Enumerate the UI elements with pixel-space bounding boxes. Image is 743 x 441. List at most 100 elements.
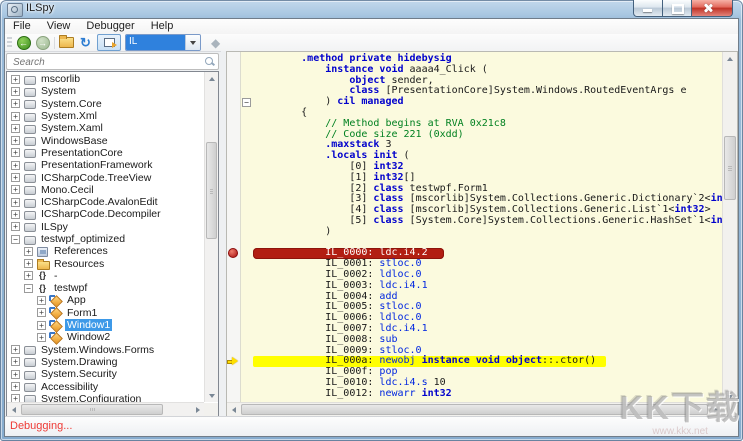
minimize-button[interactable] (633, 0, 663, 17)
scroll-up-icon[interactable] (723, 52, 737, 65)
tree-item-window1[interactable]: +Window1 (7, 319, 204, 331)
scroll-down-icon[interactable] (723, 390, 737, 403)
scroll-down-icon[interactable] (205, 389, 218, 402)
tree-item--[interactable]: +{}- (7, 270, 204, 282)
code-area[interactable]: .method private hidebysig instance void … (253, 52, 722, 403)
tree-vscroll-thumb[interactable] (206, 142, 217, 239)
expand-icon[interactable]: + (11, 370, 20, 379)
expand-icon[interactable]: + (37, 296, 46, 305)
expand-icon[interactable]: + (11, 210, 20, 219)
tree-item-accessibility[interactable]: +Accessibility (7, 380, 204, 392)
code-hscroll-thumb[interactable] (241, 404, 708, 415)
expand-icon[interactable]: + (11, 99, 20, 108)
navigate-forward-button[interactable]: → (34, 35, 51, 50)
tree-item-references[interactable]: +References (7, 245, 204, 257)
code-horizontal-scrollbar[interactable] (227, 402, 722, 416)
expand-icon[interactable]: + (11, 345, 20, 354)
expand-icon[interactable]: + (37, 333, 46, 342)
expand-icon[interactable]: + (11, 222, 20, 231)
tree-item-window2[interactable]: +Window2 (7, 331, 204, 343)
tree-item-icsharpcode-avalonedit[interactable]: +ICSharpCode.AvalonEdit (7, 196, 204, 208)
expand-icon[interactable]: + (24, 271, 33, 280)
tree-horizontal-scrollbar[interactable] (7, 402, 204, 416)
expand-icon[interactable]: + (11, 198, 20, 207)
tree-item-system-xaml[interactable]: +System.Xaml (7, 122, 204, 134)
breakpoint-icon[interactable] (228, 248, 238, 258)
search-box[interactable] (6, 53, 219, 70)
expand-icon[interactable]: + (11, 173, 20, 182)
scroll-right-icon[interactable] (709, 403, 722, 416)
expand-icon[interactable]: + (24, 259, 33, 268)
scroll-left-icon[interactable] (7, 403, 20, 416)
tree-hscroll-thumb[interactable] (21, 404, 163, 415)
assembly-icon (23, 111, 36, 122)
expand-icon[interactable]: + (11, 394, 20, 402)
expand-icon[interactable]: + (11, 161, 20, 170)
menu-help[interactable]: Help (143, 19, 182, 34)
tree-item-windowsbase[interactable]: +WindowsBase (7, 134, 204, 146)
tree-item-presentationframework[interactable]: +PresentationFramework (7, 159, 204, 171)
expand-icon[interactable]: + (24, 247, 33, 256)
collapse-icon[interactable]: − (24, 284, 33, 293)
attach-to-process-button[interactable] (97, 34, 121, 51)
menu-file[interactable]: File (5, 19, 39, 34)
tree-item-testwpf-optimized[interactable]: −testwpf_optimized (7, 233, 204, 245)
tree-item-testwpf[interactable]: −{}testwpf (7, 282, 204, 294)
close-button[interactable] (691, 0, 733, 17)
expand-icon[interactable]: + (11, 382, 20, 391)
code-vscroll-thumb[interactable] (724, 136, 736, 200)
expand-icon[interactable]: + (11, 112, 20, 121)
tree-item-app[interactable]: +App (7, 294, 204, 306)
tree-item-icsharpcode-decompiler[interactable]: +ICSharpCode.Decompiler (7, 208, 204, 220)
tree-item-mono-cecil[interactable]: +Mono.Cecil (7, 184, 204, 196)
chevron-down-icon[interactable] (185, 35, 200, 50)
scroll-up-icon[interactable] (205, 72, 218, 85)
tree-item-icsharpcode-treeview[interactable]: +ICSharpCode.TreeView (7, 171, 204, 183)
expand-icon[interactable]: + (11, 357, 20, 366)
tree-item-form1[interactable]: +Form1 (7, 307, 204, 319)
scroll-right-icon[interactable] (191, 403, 204, 416)
code-line: IL_000a: newobj instance void object::.c… (253, 356, 722, 367)
maximize-button[interactable] (663, 0, 691, 17)
toolbar-grip[interactable] (7, 37, 12, 48)
fold-margin[interactable]: − (241, 52, 253, 403)
expand-icon[interactable]: + (11, 185, 20, 194)
menu-view[interactable]: View (39, 19, 79, 34)
tree-item-system-security[interactable]: +System.Security (7, 368, 204, 380)
menu-debugger[interactable]: Debugger (78, 19, 142, 34)
tree-item-system-configuration[interactable]: +System.Configuration (7, 393, 204, 402)
tree-item-system[interactable]: +System (7, 85, 204, 97)
expand-icon[interactable]: + (11, 75, 20, 84)
collapse-icon[interactable]: − (11, 235, 20, 244)
expand-icon[interactable]: + (37, 308, 46, 317)
assembly-tree[interactable]: +mscorlib+System+System.Core+System.Xml+… (7, 73, 204, 402)
open-file-button[interactable] (58, 35, 75, 50)
tree-item-ilspy[interactable]: +ILSpy (7, 221, 204, 233)
expand-icon[interactable]: + (37, 321, 46, 330)
tree-item-system-core[interactable]: +System.Core (7, 98, 204, 110)
search-input[interactable] (11, 55, 185, 69)
titlebar[interactable]: ILSpy (0, 0, 743, 18)
expand-icon[interactable]: + (11, 136, 20, 145)
scroll-left-icon[interactable] (227, 403, 240, 416)
refresh-button[interactable]: ↻ (77, 35, 94, 50)
breakpoint-gutter[interactable] (227, 52, 241, 403)
tree-item-mscorlib[interactable]: +mscorlib (7, 73, 204, 85)
tree-item-resources[interactable]: +Resources (7, 257, 204, 269)
assembly-icon (23, 86, 36, 97)
tree-item-label: System.Drawing (39, 356, 119, 368)
expand-icon[interactable]: + (11, 124, 20, 133)
tree-vertical-scrollbar[interactable] (204, 72, 218, 402)
expand-icon[interactable]: + (11, 148, 20, 157)
tree-item-label: PresentationCore (39, 147, 125, 159)
code-vertical-scrollbar[interactable] (722, 52, 737, 403)
navigate-back-button[interactable]: ← (15, 35, 32, 50)
expand-icon[interactable]: + (11, 87, 20, 96)
fold-collapse-icon[interactable]: − (242, 98, 251, 107)
tree-item-system-xml[interactable]: +System.Xml (7, 110, 204, 122)
tree-item-presentationcore[interactable]: + PresentationCore (7, 147, 204, 159)
tree-item-system-windows-forms[interactable]: +System.Windows.Forms (7, 344, 204, 356)
continue-debug-icon[interactable]: ◆ (211, 36, 220, 50)
tree-item-system-drawing[interactable]: + System.Drawing (7, 356, 204, 368)
language-combobox[interactable]: IL (125, 34, 201, 51)
